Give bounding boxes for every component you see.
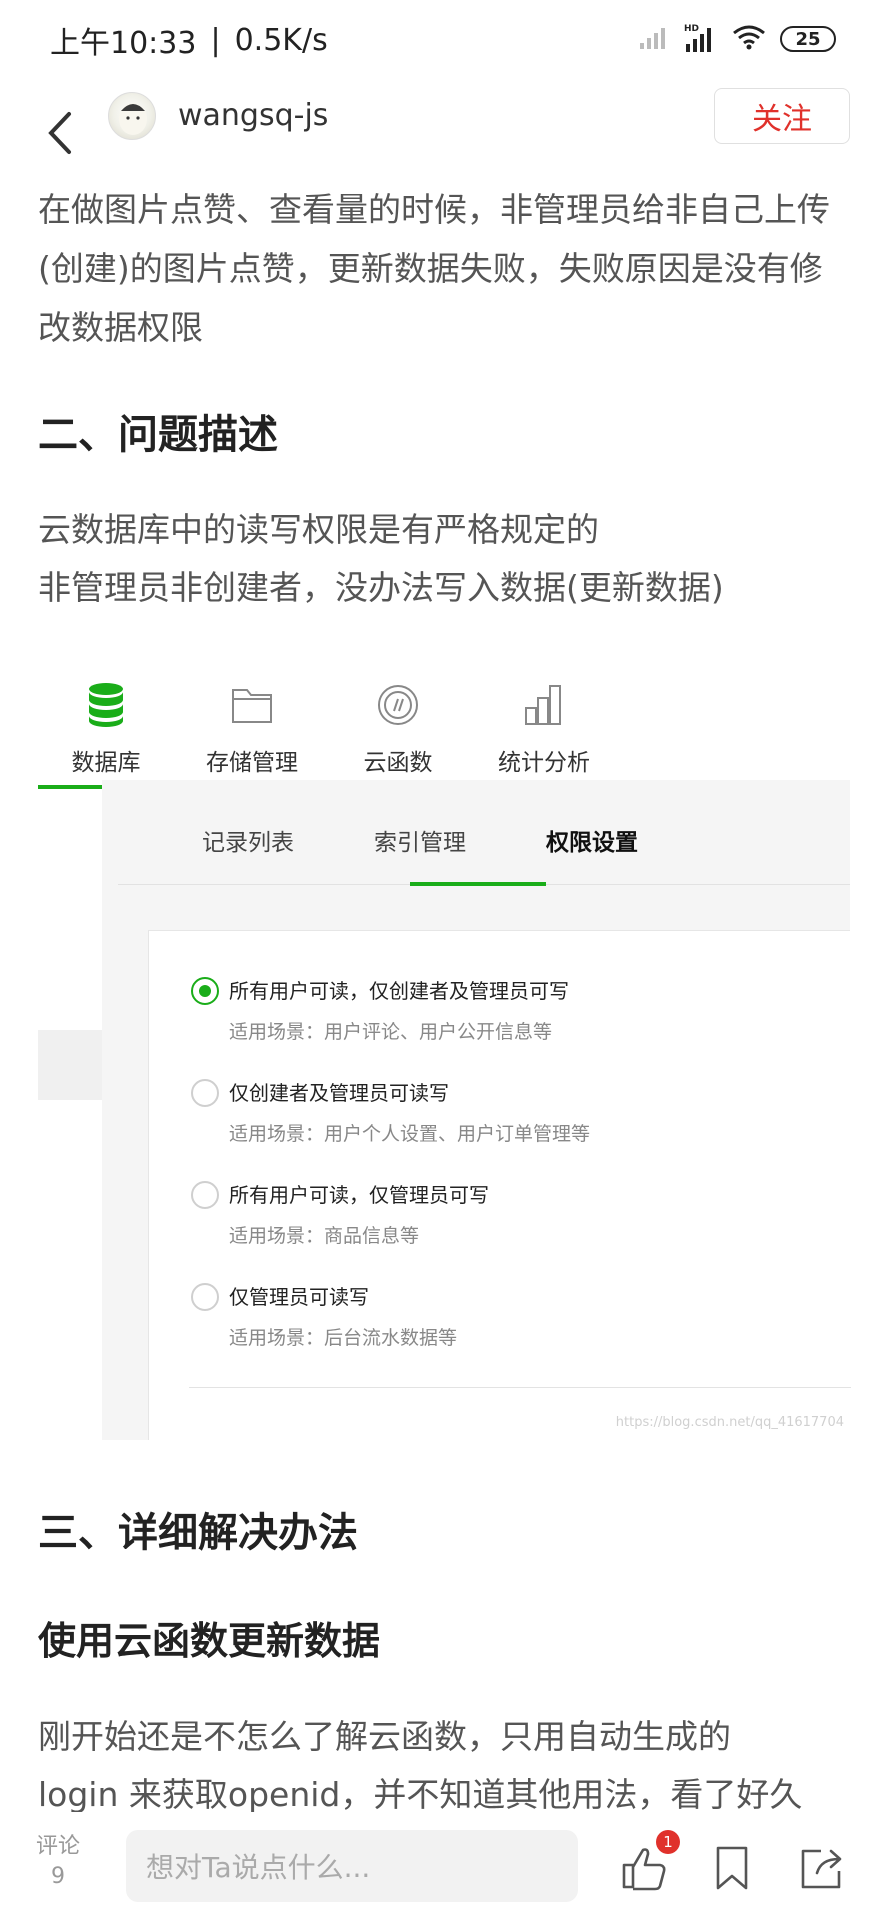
signal-icon xyxy=(640,25,670,53)
subtab-active-underline xyxy=(410,882,546,886)
section2-line2: 非管理员非创建者，没办法写入数据(更新数据) xyxy=(38,568,724,607)
hd-signal-icon: HD xyxy=(684,22,718,56)
tab-cloud-function[interactable]: 云函数 xyxy=(330,675,466,785)
embedded-screenshot: 数据库 存储管理 云函数 统计分析 记录列表 索引管理 权限设置 所有用户可读，… xyxy=(38,650,851,1440)
tab-statistics-label: 统计分析 xyxy=(498,750,590,776)
status-separator: | xyxy=(210,22,221,58)
console-tabs: 数据库 存储管理 云函数 统计分析 xyxy=(38,675,850,789)
share-button[interactable] xyxy=(796,1842,848,1894)
image-watermark: https://blog.csdn.net/qq_41617704 xyxy=(615,1415,844,1430)
subtab-records[interactable]: 记录列表 xyxy=(202,823,294,857)
option-subtitle: 适用场景：商品信息等 xyxy=(229,1225,420,1247)
chevron-left-icon xyxy=(48,112,71,154)
bookmark-icon xyxy=(716,1846,748,1890)
option-title: 所有用户可读，仅管理员可写 xyxy=(229,1183,489,1207)
subtab-permissions[interactable]: 权限设置 xyxy=(546,823,638,857)
status-bar: 上午10:33 | 0.5K/s HD 25 xyxy=(0,0,886,80)
comment-number: 9 xyxy=(51,1864,65,1889)
status-right: HD 25 xyxy=(640,22,836,56)
tab-database-label: 数据库 xyxy=(71,750,141,776)
section3-heading: 三、详细解决办法 xyxy=(38,1510,358,1556)
subsection-heading: 使用云函数更新数据 xyxy=(38,1619,381,1663)
option-subtitle: 适用场景：用户个人设置、用户订单管理等 xyxy=(229,1123,591,1145)
sidebar-highlight xyxy=(38,1030,102,1100)
comment-count[interactable]: 评论 9 xyxy=(36,1832,80,1892)
section2-heading: 二、问题描述 xyxy=(38,412,278,458)
battery-icon: 25 xyxy=(780,26,836,52)
subtab-index[interactable]: 索引管理 xyxy=(374,823,466,857)
radio-unchecked[interactable] xyxy=(191,1283,219,1311)
intro-paragraph: 在做图片点赞、查看量的时候，非管理员给非自己上传(创建)的图片点赞，更新数据失败… xyxy=(38,190,830,347)
status-left: 上午10:33 | 0.5K/s xyxy=(50,18,328,62)
bottom-action-bar: 评论 9 想对Ta说点什么... 1 xyxy=(0,1812,886,1920)
comment-input[interactable]: 想对Ta说点什么... xyxy=(126,1830,578,1902)
option-title: 所有用户可读，仅创建者及管理员可写 xyxy=(229,979,569,1003)
permission-subtabs: 记录列表 索引管理 权限设置 xyxy=(118,815,850,885)
option-subtitle: 适用场景：后台流水数据等 xyxy=(229,1327,458,1349)
username[interactable]: wangsq-js xyxy=(178,98,328,133)
tab-storage-label: 存储管理 xyxy=(206,750,298,776)
option-title: 仅创建者及管理员可读写 xyxy=(229,1081,449,1105)
last-paragraph-line1: 刚开始还是不怎么了解云函数，只用自动生成的 xyxy=(38,1717,731,1756)
permission-card: 所有用户可读，仅创建者及管理员可写 适用场景：用户评论、用户公开信息等 仅创建者… xyxy=(148,930,851,1440)
radio-unchecked[interactable] xyxy=(191,1181,219,1209)
back-button[interactable] xyxy=(30,100,90,166)
folder-icon xyxy=(184,675,320,735)
status-time: 上午10:33 xyxy=(50,26,197,61)
section2-line1: 云数据库中的读写权限是有严格规定的 xyxy=(38,510,599,549)
article-header: wangsq-js 关注 xyxy=(0,80,886,190)
tab-statistics[interactable]: 统计分析 xyxy=(476,675,612,785)
svg-text:HD: HD xyxy=(684,24,699,34)
wifi-icon xyxy=(732,24,766,54)
chart-icon xyxy=(476,675,612,735)
tab-cloud-function-label: 云函数 xyxy=(363,750,433,776)
share-icon xyxy=(801,1849,842,1889)
radio-checked[interactable] xyxy=(191,977,219,1005)
database-icon xyxy=(38,675,174,735)
card-divider xyxy=(189,1387,851,1388)
status-net-speed: 0.5K/s xyxy=(234,22,328,58)
cloud-function-icon xyxy=(330,675,466,735)
like-count-badge: 1 xyxy=(656,1830,680,1854)
option-subtitle: 适用场景：用户评论、用户公开信息等 xyxy=(229,1021,553,1043)
avatar[interactable] xyxy=(108,92,156,140)
bookmark-button[interactable] xyxy=(706,1842,758,1894)
tab-storage[interactable]: 存储管理 xyxy=(184,675,320,785)
radio-unchecked[interactable] xyxy=(191,1079,219,1107)
comment-label: 评论 xyxy=(36,1834,81,1859)
follow-button[interactable]: 关注 xyxy=(714,88,850,144)
option-title: 仅管理员可读写 xyxy=(229,1285,369,1309)
tab-database[interactable]: 数据库 xyxy=(38,675,174,789)
